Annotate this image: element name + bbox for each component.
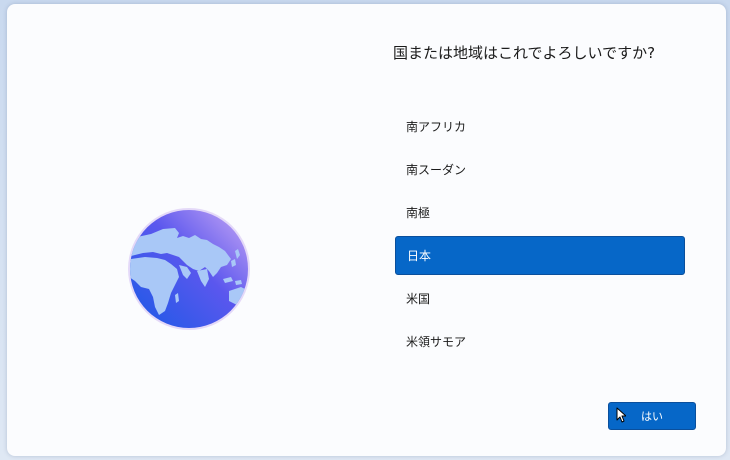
list-item[interactable]: 米領サモア [395,322,685,361]
page-title: 国または地域はこれでよろしいですか? [393,44,656,62]
list-item[interactable]: 南アフリカ [395,107,685,146]
list-item-label: 南スーダン [406,163,467,177]
globe-icon [127,207,251,331]
list-item-label: 南極 [406,206,431,220]
list-item[interactable]: 南極 [395,193,685,232]
country-list: 南アフリカ 南スーダン 南極 日本 米国 米領サモア [395,107,685,365]
yes-button[interactable]: はい [608,402,696,430]
list-item-label: 南アフリカ [406,120,467,134]
list-item-selected[interactable]: 日本 [395,236,685,275]
list-item-label: 米領サモア [406,335,467,349]
list-item-label: 日本 [407,249,432,263]
list-item[interactable]: 米国 [395,279,685,318]
setup-window: 国または地域はこれでよろしいですか? 南アフリカ 南スーダン 南極 日本 米国 … [7,4,726,456]
list-item[interactable]: 南スーダン [395,150,685,189]
list-item-label: 米国 [406,292,431,306]
